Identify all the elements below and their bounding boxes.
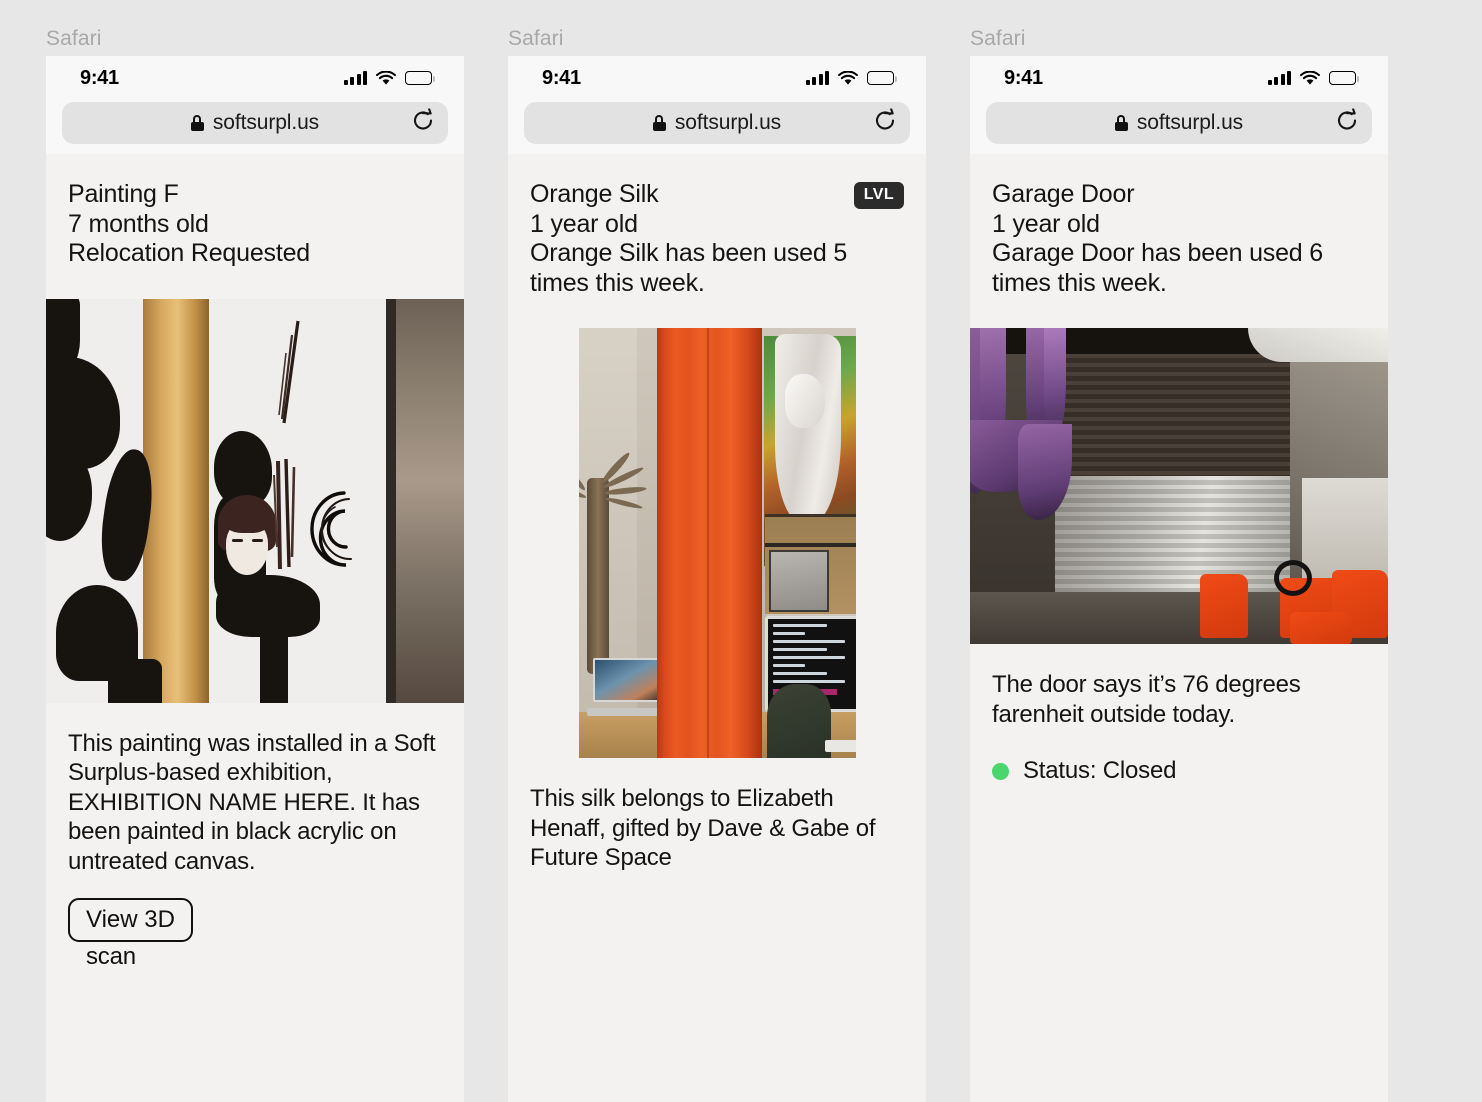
url-text: softsurpl.us [674, 111, 782, 134]
url-text: softsurpl.us [1136, 111, 1244, 134]
status-dot-icon [992, 762, 1009, 780]
battery-icon [867, 71, 897, 85]
garage-door-photo [970, 328, 1388, 644]
status-bar-3: 9:41 [970, 56, 1388, 100]
phone-screen-2: 9:41 softsurpl.us Orange Silk 1 year old… [508, 56, 926, 1102]
status-bar-time: 9:41 [80, 66, 119, 89]
reload-icon[interactable] [412, 108, 434, 138]
screenshot-board: Safari 9:41 softsurpl.us Painting F 7 mo… [0, 0, 1482, 1102]
url-center-1: softsurpl.us [76, 111, 434, 135]
item-description-1: This painting was installed in a Soft Su… [68, 729, 436, 875]
phone-column-1: Safari 9:41 softsurpl.us Painting F 7 mo… [46, 28, 464, 1102]
page-content-1: Painting F 7 months old Relocation Reque… [46, 154, 464, 1102]
status-badge: Status: Closed [1023, 757, 1177, 784]
battery-icon [1329, 71, 1359, 85]
url-center-2: softsurpl.us [538, 111, 896, 135]
url-bar-3[interactable]: softsurpl.us [986, 102, 1372, 144]
item-age: 1 year old [992, 209, 1100, 238]
safari-app-label: Safari [46, 27, 102, 50]
lock-icon [652, 115, 666, 131]
url-bar-2[interactable]: softsurpl.us [524, 102, 910, 144]
item-title: Painting F [68, 180, 179, 208]
phone-column-2: Safari 9:41 softsurpl.us Orange Silk 1 y… [508, 28, 926, 1102]
status-bar-icons [343, 70, 435, 86]
view-3d-scan-button[interactable]: View 3D [68, 898, 193, 942]
door-status-row: Status: Closed [970, 729, 1388, 785]
safari-chrome-1: 9:41 softsurpl.us [46, 56, 464, 154]
url-bar-1[interactable]: softsurpl.us [62, 102, 448, 144]
signal-bars-icon [1267, 71, 1291, 85]
phone-screen-1: 9:41 softsurpl.us Painting F 7 months ol… [46, 56, 464, 1102]
reload-icon[interactable] [1336, 108, 1358, 138]
item-header-2: Orange Silk 1 year old Orange Silk has b… [508, 154, 926, 328]
lock-icon [1114, 115, 1128, 131]
reload-icon[interactable] [874, 108, 896, 138]
signal-bars-icon [805, 71, 829, 85]
view-3d-scan-zone: View 3D scan [46, 876, 464, 972]
wifi-icon [1300, 70, 1320, 86]
status-bar-icons [1267, 70, 1359, 86]
item-title: Garage Door [992, 180, 1135, 208]
item-age: 7 months old [68, 209, 209, 238]
item-description-2: This silk belongs to Elizabeth Henaff, g… [530, 785, 876, 871]
item-status-line: Orange Silk has been used 5 times this w… [530, 239, 854, 297]
url-bar-wrap-2: softsurpl.us [508, 100, 926, 144]
view-3d-scan-overflow-label[interactable]: scan [68, 942, 442, 972]
status-bar-icons [805, 70, 897, 86]
item-age: 1 year old [530, 209, 638, 238]
status-bar-2: 9:41 [508, 56, 926, 100]
item-header-1: Painting F 7 months old Relocation Reque… [46, 154, 464, 299]
item-header-lines-1: Painting F 7 months old Relocation Reque… [68, 180, 310, 269]
wifi-icon [376, 70, 396, 86]
safari-chrome-3: 9:41 softsurpl.us [970, 56, 1388, 154]
page-content-3: Garage Door 1 year old Garage Door has b… [970, 154, 1388, 1102]
phone-column-3: Safari 9:41 softsurpl.us Garage Door 1 y… [970, 28, 1388, 1102]
url-bar-wrap-1: softsurpl.us [46, 100, 464, 144]
item-header-lines-3: Garage Door 1 year old Garage Door has b… [992, 180, 1366, 298]
url-bar-wrap-3: softsurpl.us [970, 100, 1388, 144]
status-bar-time: 9:41 [542, 66, 581, 89]
safari-chrome-2: 9:41 softsurpl.us [508, 56, 926, 154]
item-header-lines-2: Orange Silk 1 year old Orange Silk has b… [530, 180, 854, 298]
item-status-line: Relocation Requested [68, 239, 310, 267]
status-bar-1: 9:41 [46, 56, 464, 100]
item-header-3: Garage Door 1 year old Garage Door has b… [970, 154, 1388, 328]
safari-app-label-3: Safari [970, 27, 1026, 50]
wifi-icon [838, 70, 858, 86]
orange-silk-photo [508, 328, 926, 758]
safari-app-label-2: Safari [508, 27, 564, 50]
signal-bars-icon [343, 71, 367, 85]
item-title: Orange Silk [530, 180, 659, 208]
url-text: softsurpl.us [212, 111, 320, 134]
item-status-line: Garage Door has been used 6 times this w… [992, 239, 1330, 297]
battery-icon [405, 71, 435, 85]
weather-text-3: The door says it’s 76 degrees farenheit … [992, 671, 1301, 728]
page-content-2: Orange Silk 1 year old Orange Silk has b… [508, 154, 926, 1102]
painting-photo [46, 298, 464, 703]
lvl-badge[interactable]: LVL [853, 182, 904, 209]
status-bar-time: 9:41 [1004, 66, 1043, 89]
phone-screen-3: 9:41 softsurpl.us Garage Door 1 year old… [970, 56, 1388, 1102]
url-center-3: softsurpl.us [1000, 111, 1358, 135]
lock-icon [190, 115, 204, 131]
